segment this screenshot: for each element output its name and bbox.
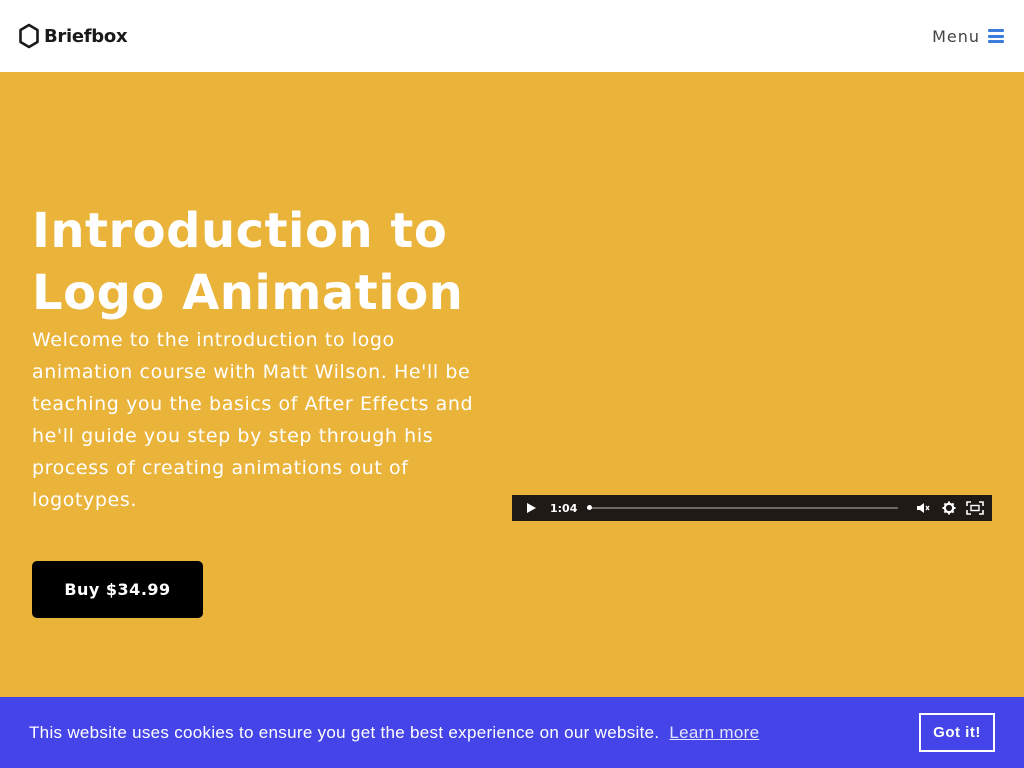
- learn-more-link[interactable]: Learn more: [669, 723, 759, 743]
- cookie-message: This website uses cookies to ensure you …: [29, 722, 660, 742]
- briefbox-logo-icon: [19, 23, 39, 49]
- progress-handle[interactable]: [587, 505, 593, 510]
- cookie-banner: This website uses cookies to ensure you …: [0, 697, 1024, 768]
- menu-label: Menu: [932, 26, 980, 46]
- video-player-controls: 1:04: [512, 495, 992, 521]
- menu-button[interactable]: Menu: [932, 27, 1004, 46]
- page-title: Introduction to Logo Animation: [32, 203, 464, 321]
- brand-logo-link[interactable]: Briefbox: [18, 23, 128, 49]
- video-progress-bar[interactable]: [587, 505, 898, 510]
- buy-button[interactable]: Buy $34.99: [32, 561, 203, 618]
- hamburger-icon: [988, 29, 1004, 43]
- play-icon[interactable]: [522, 499, 540, 517]
- video-time: 1:04: [550, 501, 578, 515]
- volume-icon[interactable]: [914, 499, 932, 517]
- brand-name: Briefbox: [44, 25, 128, 47]
- fullscreen-icon[interactable]: [966, 499, 984, 517]
- accept-cookies-button[interactable]: Got it!: [919, 713, 995, 752]
- course-description: Welcome to the introduction to logo anim…: [32, 329, 474, 511]
- site-header: Briefbox Menu: [0, 0, 1024, 72]
- settings-icon[interactable]: [940, 499, 958, 517]
